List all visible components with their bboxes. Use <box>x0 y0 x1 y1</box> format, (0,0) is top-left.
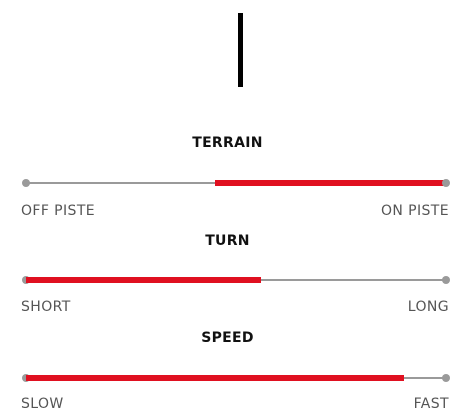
terrain-slider-fill <box>215 180 446 186</box>
speed-right-label: FAST <box>413 396 449 412</box>
terrain-slider-end-dot <box>442 179 450 187</box>
turn-slider[interactable] <box>22 276 450 284</box>
turn-slider-end-dot <box>442 276 450 284</box>
terrain-right-label: ON PISTE <box>381 203 449 219</box>
terrain-slider-start-dot <box>22 179 30 187</box>
vertical-divider <box>238 13 243 87</box>
speed-slider[interactable] <box>22 374 450 382</box>
terrain-title: TERRAIN <box>192 135 263 151</box>
speed-title: SPEED <box>201 330 254 346</box>
terrain-slider[interactable] <box>22 179 450 187</box>
speed-slider-end-dot <box>442 374 450 382</box>
turn-left-label: SHORT <box>21 299 71 315</box>
speed-left-label: SLOW <box>21 396 64 412</box>
turn-right-label: LONG <box>407 299 449 315</box>
turn-slider-fill <box>26 277 262 283</box>
turn-title: TURN <box>205 233 250 249</box>
speed-slider-fill <box>26 375 404 381</box>
terrain-left-label: OFF PISTE <box>21 203 96 219</box>
